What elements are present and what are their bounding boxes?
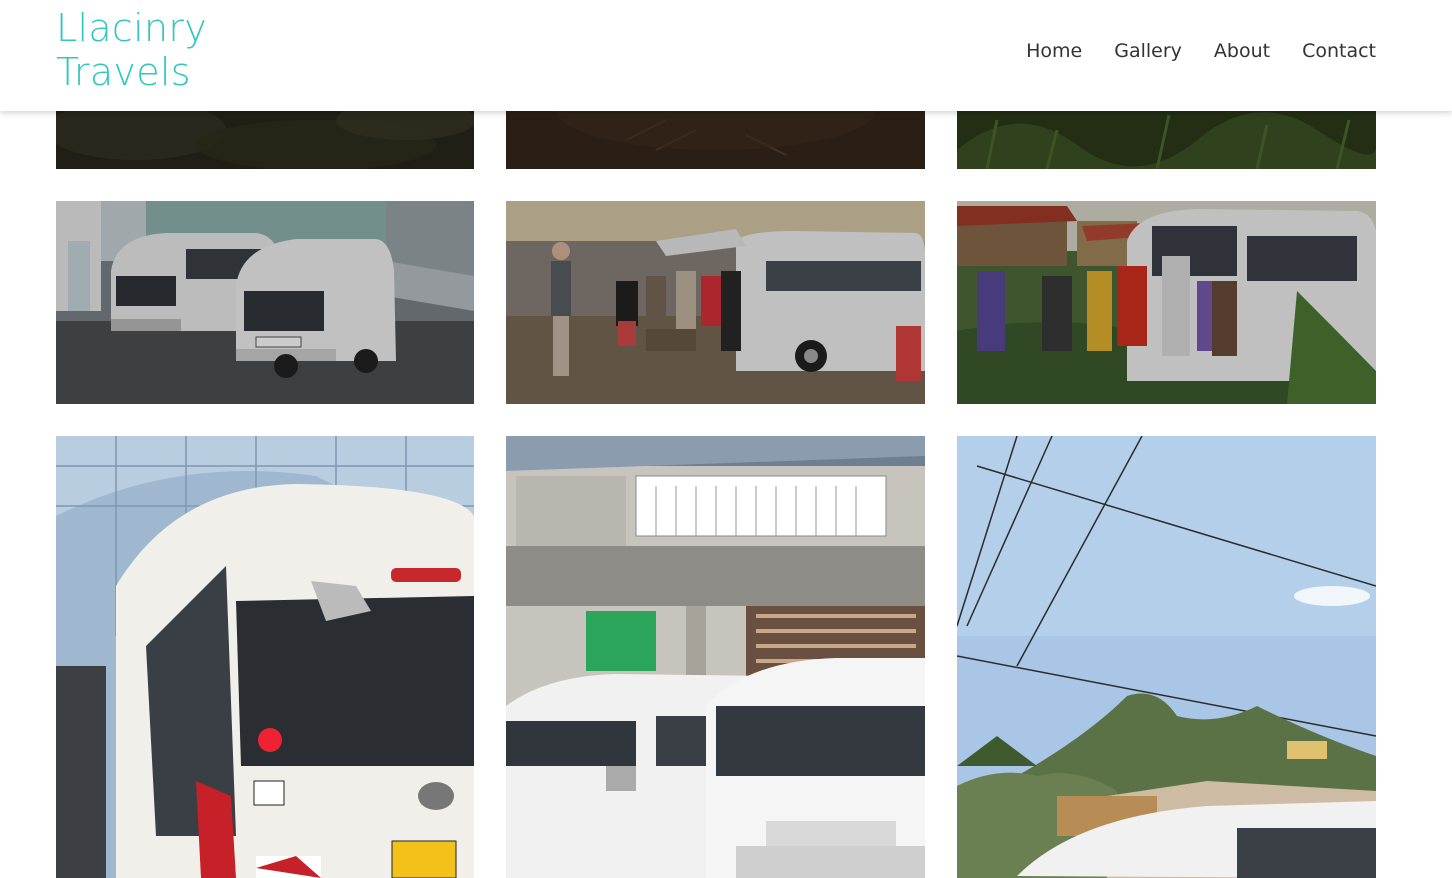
logo-line-2: Travels [56,50,191,94]
main-nav: Home Gallery About Contact [1026,38,1376,64]
nav-home-link[interactable]: Home [1026,38,1082,64]
nav-about-link[interactable]: About [1214,38,1270,64]
gallery-photo-van-mountain[interactable] [957,436,1376,878]
gallery-photo-vans-shopping-centre[interactable] [506,436,925,878]
gallery-photo-tourists-by-van[interactable] [506,201,925,404]
site-logo[interactable]: Llacinry Travels [56,6,207,94]
logo-line-1: Llacinry [56,6,208,50]
gallery-photo-vans-fuel-station[interactable] [56,201,474,404]
gallery-photo-women-by-van[interactable] [957,201,1376,404]
nav-contact-link[interactable]: Contact [1302,38,1376,64]
site-header: Llacinry Travels Home Gallery About Cont… [0,0,1452,111]
gallery-photo-van-rear[interactable] [56,436,474,878]
nav-gallery-link[interactable]: Gallery [1114,38,1182,64]
